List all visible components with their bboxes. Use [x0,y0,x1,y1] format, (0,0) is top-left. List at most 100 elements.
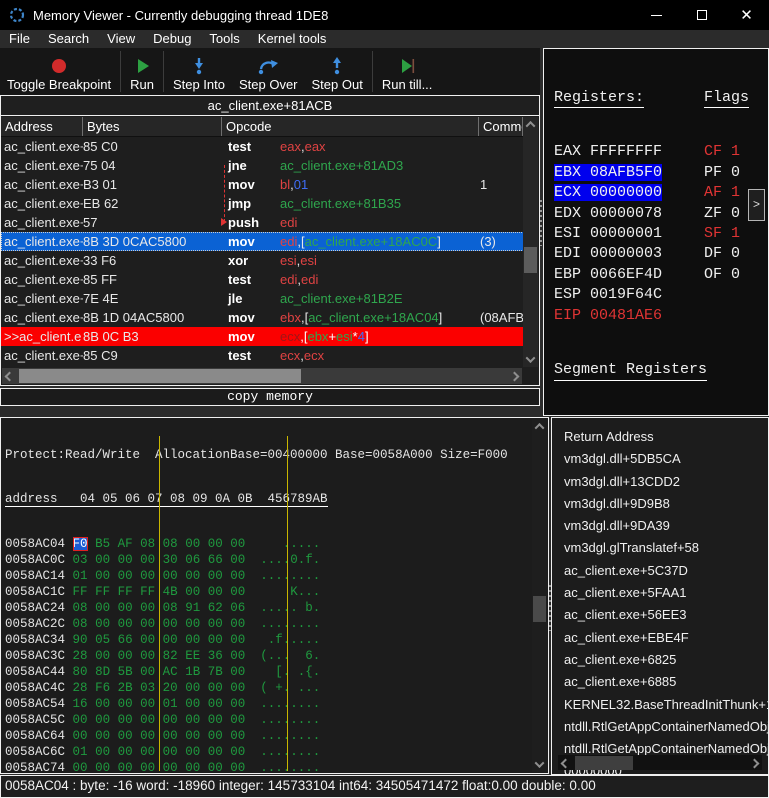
return-address-item[interactable]: ac_client.exe+6825 [564,649,768,671]
panel-splitter[interactable] [540,200,542,246]
hex-byte[interactable]: 00 [140,633,155,647]
hex-byte[interactable]: 06 [230,601,245,615]
hex-byte[interactable]: 00 [118,649,133,663]
register-edi[interactable]: EDI 00000003 [554,245,704,265]
hex-byte[interactable]: 1B [185,665,200,679]
hex-byte[interactable]: 05 [95,633,110,647]
hex-byte[interactable]: 91 [185,601,200,615]
close-button[interactable]: ✕ [724,0,769,30]
return-address-item[interactable]: ac_client.exe+5C37D [564,560,768,582]
hex-byte[interactable]: 00 [208,745,223,759]
register-ebx[interactable]: EBX 08AFB5F0 [554,164,704,184]
hex-byte[interactable]: 00 [95,617,110,631]
hex-byte[interactable]: 08 [163,537,178,551]
register-edx[interactable]: EDX 00000078 [554,205,704,225]
hex-byte[interactable]: 00 [230,665,245,679]
register-esp[interactable]: ESP 0019F64C [554,286,704,306]
flag-sf[interactable]: SF 1 [704,225,740,245]
hex-byte[interactable]: 00 [95,649,110,663]
hex-byte[interactable]: AF [118,537,133,551]
hex-byte[interactable]: 00 [185,585,200,599]
disasm-row[interactable]: ac_client.exe+EB 62jmpac_client.exe+81B3… [1,194,524,213]
hex-byte[interactable]: 62 [208,601,223,615]
disasm-row[interactable]: ac_client.exe+B3 01movbl,011 [1,175,524,194]
hex-byte[interactable]: 00 [185,729,200,743]
hex-byte[interactable]: 00 [230,713,245,727]
hex-byte[interactable]: 03 [140,681,155,695]
hex-byte[interactable]: 00 [163,745,178,759]
hex-byte[interactable]: 00 [118,745,133,759]
hex-row[interactable]: 0058AC2C 08 00 00 00 00 00 00 00 .......… [5,616,548,632]
hex-row[interactable]: 0058AC64 00 00 00 00 00 00 00 00 .......… [5,728,548,744]
expand-registers-button[interactable]: > [748,189,765,221]
hex-byte[interactable]: 00 [230,585,245,599]
hex-byte[interactable]: 01 [73,745,88,759]
hex-row[interactable]: 0058AC4C 28 F6 2B 03 20 00 00 00 ( +. ..… [5,680,548,696]
hex-byte[interactable]: 00 [230,569,245,583]
hex-byte[interactable]: 00 [185,697,200,711]
hex-byte[interactable]: 00 [208,537,223,551]
column-header-opcode[interactable]: Opcode [222,117,479,136]
hex-row[interactable]: 0058AC54 16 00 00 00 01 00 00 00 .......… [5,696,548,712]
hex-byte[interactable]: 00 [208,713,223,727]
register-eip[interactable]: EIP 00481AE6 [554,307,704,327]
return-address-item[interactable]: vm3dgl.dll+9D9B8 [564,493,768,515]
disasm-row[interactable]: ac_client.exe+85 C0testeax,eax [1,137,524,156]
step-out-button[interactable]: Step Out [305,48,370,95]
hex-byte[interactable]: 08 [73,601,88,615]
hex-byte[interactable]: 7B [208,665,223,679]
hex-byte[interactable]: 00 [208,681,223,695]
scroll-left-icon[interactable] [558,755,573,771]
hex-byte[interactable]: 00 [230,649,245,663]
hex-vscroll-thumb[interactable] [533,596,546,622]
run-till-button[interactable]: Run till... [375,48,440,95]
disasm-row[interactable]: ac_client.exe+8B 1D 04AC5800movebx,[ac_c… [1,308,524,327]
hex-row[interactable]: 0058AC34 90 05 66 00 00 00 00 00 .f..... [5,632,548,648]
return-address-item[interactable]: vm3dgl.dll+5DB5CA [564,448,768,470]
hex-byte[interactable]: 00 [208,633,223,647]
hex-byte[interactable]: 00 [118,729,133,743]
disasm-row[interactable]: ac_client.exe+57pushedi [1,213,524,232]
hex-byte[interactable]: 00 [230,633,245,647]
scroll-left-icon[interactable] [2,368,17,384]
scroll-right-icon[interactable] [507,368,522,384]
hex-byte[interactable]: FF [95,585,110,599]
hex-byte[interactable]: 08 [163,601,178,615]
hex-byte[interactable]: F0 [73,537,88,551]
scroll-up-icon[interactable] [532,419,547,434]
hex-byte[interactable]: 00 [163,633,178,647]
hex-byte[interactable]: 00 [73,713,88,727]
hex-byte[interactable]: 28 [73,681,88,695]
hex-byte[interactable]: 00 [140,745,155,759]
hex-byte[interactable]: 01 [73,569,88,583]
hex-byte[interactable]: 4B [163,585,178,599]
hex-byte[interactable]: 80 [73,665,88,679]
disasm-vscroll-thumb[interactable] [524,247,537,273]
menu-item-search[interactable]: Search [39,30,98,48]
hex-byte[interactable]: FF [118,585,133,599]
hex-byte[interactable]: 00 [208,617,223,631]
disasm-vertical-scrollbar[interactable] [523,117,538,367]
hex-byte[interactable]: 00 [140,617,155,631]
menu-item-debug[interactable]: Debug [144,30,200,48]
scroll-up-icon[interactable] [523,117,538,132]
return-address-item[interactable]: ac_client.exe+5FAA1 [564,582,768,604]
hex-byte[interactable]: 00 [208,697,223,711]
hex-byte[interactable]: 00 [185,617,200,631]
hex-byte[interactable]: 00 [185,713,200,727]
return-address-item[interactable]: ac_client.exe+6885 [564,671,768,693]
step-into-button[interactable]: Step Into [166,48,232,95]
disasm-row[interactable]: ac_client.exe+85 FFtestedi,edi [1,270,524,289]
hex-byte[interactable]: 16 [73,697,88,711]
disasm-row[interactable]: ac_client.exe+7E 4Ejleac_client.exe+81B2… [1,289,524,308]
flag-af[interactable]: AF 1 [704,184,740,204]
hex-byte[interactable]: 66 [118,633,133,647]
hex-byte[interactable]: 00 [230,553,245,567]
return-address-item[interactable]: vm3dgl.dll+9DA39 [564,515,768,537]
hex-byte[interactable]: 00 [118,761,133,774]
hex-byte[interactable]: 03 [73,553,88,567]
hex-row[interactable]: 0058AC04 F0 B5 AF 08 08 00 00 00 ..... [5,536,548,552]
hex-byte[interactable]: 00 [118,713,133,727]
hex-byte[interactable]: 28 [73,649,88,663]
hex-row[interactable]: 0058AC14 01 00 00 00 00 00 00 00 .......… [5,568,548,584]
